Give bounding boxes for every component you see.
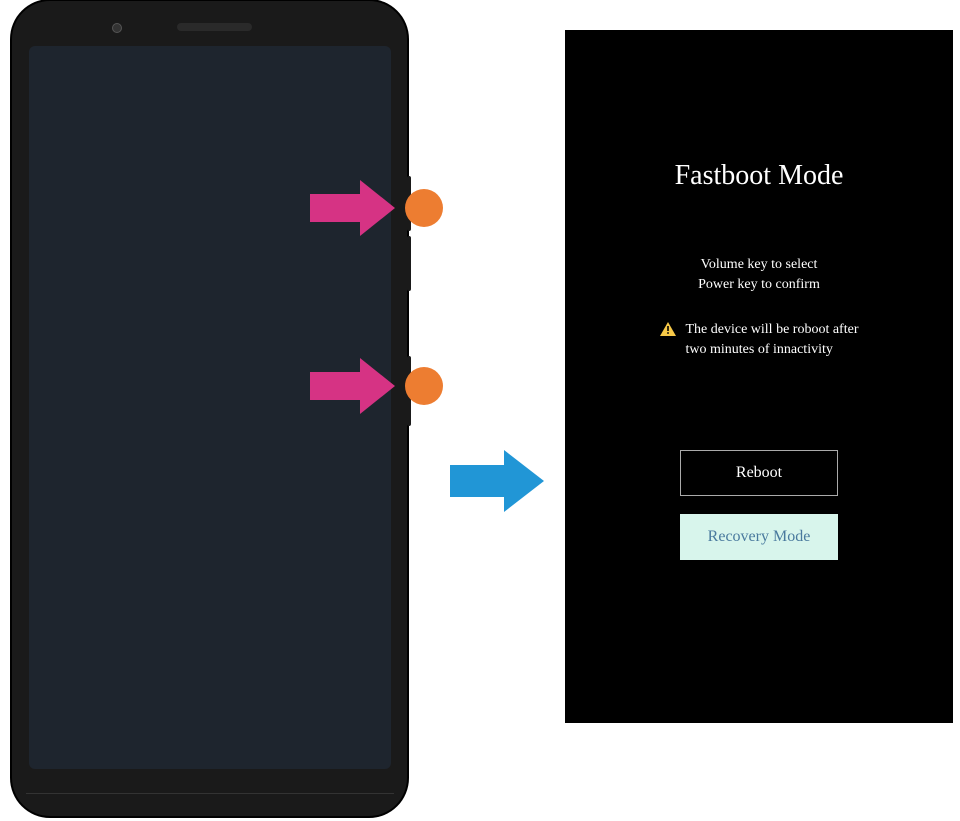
instruction-line: Power key to confirm bbox=[565, 275, 953, 295]
volume-down-button bbox=[407, 236, 411, 291]
phone-speaker bbox=[177, 23, 252, 31]
fastboot-instructions: Volume key to select Power key to confir… bbox=[565, 255, 953, 294]
fastboot-warning: The device will be roboot after two minu… bbox=[565, 320, 953, 359]
transition-arrow-icon bbox=[450, 450, 550, 512]
fastboot-title: Fastboot Mode bbox=[565, 160, 953, 192]
fastboot-screen: Fastboot Mode Volume key to select Power… bbox=[565, 30, 953, 723]
warning-line: The device will be roboot after bbox=[686, 320, 859, 340]
arrow-right-icon bbox=[310, 358, 395, 414]
phone-camera bbox=[112, 23, 122, 33]
warning-icon bbox=[660, 322, 676, 336]
phone-bezel-line bbox=[26, 793, 394, 794]
recovery-mode-button[interactable]: Recovery Mode bbox=[680, 514, 838, 560]
warning-line: two minutes of innactivity bbox=[686, 340, 859, 360]
press-indicator-power bbox=[310, 358, 443, 414]
fastboot-buttons: Reboot Recovery Mode bbox=[565, 450, 953, 560]
instruction-line: Volume key to select bbox=[565, 255, 953, 275]
press-dot-icon bbox=[405, 367, 443, 405]
press-dot-icon bbox=[405, 189, 443, 227]
arrow-right-icon bbox=[310, 180, 395, 236]
press-indicator-volume bbox=[310, 180, 443, 236]
reboot-button[interactable]: Reboot bbox=[680, 450, 838, 496]
warning-text: The device will be roboot after two minu… bbox=[686, 320, 859, 359]
